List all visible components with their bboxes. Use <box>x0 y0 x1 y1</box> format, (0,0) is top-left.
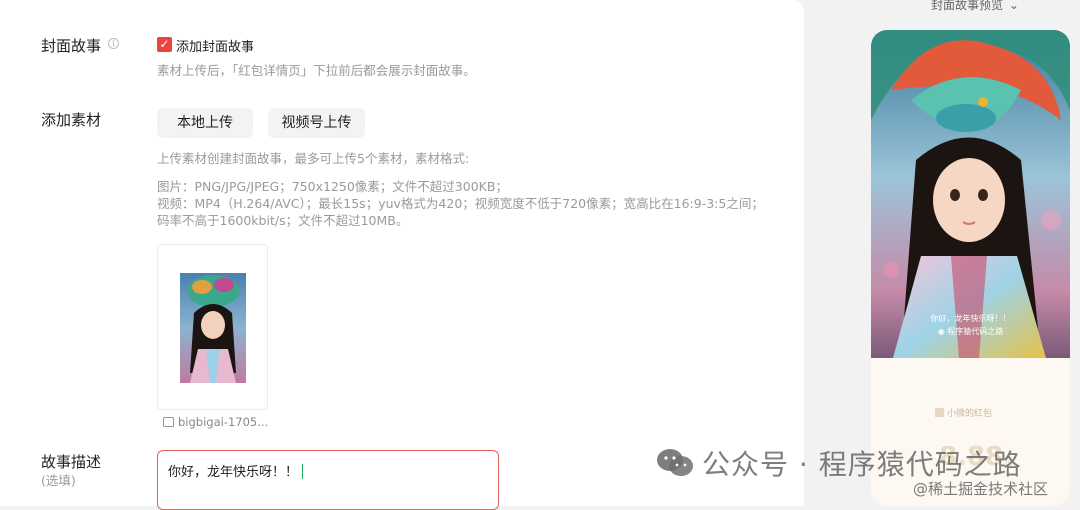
preview-toggle[interactable]: 封面故事预览 ⌄ <box>931 0 1019 13</box>
material-hint-title: 上传素材创建封面故事，最多可上传5个素材，素材格式: <box>157 151 470 166</box>
add-cover-story-checkbox[interactable]: ✓ <box>157 37 172 52</box>
preview-header-label: 封面故事预览 <box>931 0 1004 12</box>
story-description-input[interactable]: 你好，龙年快乐呀！！ <box>157 450 499 510</box>
cover-story-image <box>871 30 1070 358</box>
material-file-name: bigbigai-1705... <box>163 415 268 429</box>
material-thumbnail-card[interactable] <box>157 244 268 410</box>
local-upload-button[interactable]: 本地上传 <box>157 108 253 138</box>
preview-account-name: 程序猿代码之路 <box>947 327 1004 336</box>
add-material-label: 添加素材 <box>41 111 102 129</box>
chevron-down-icon: ⌄ <box>1008 0 1019 12</box>
story-desc-label: 故事描述 <box>41 453 102 471</box>
channels-upload-button[interactable]: 视频号上传 <box>268 108 365 138</box>
text-caret <box>302 464 304 479</box>
watermark-text: 公众号 · 程序猿代码之路 <box>702 448 1022 481</box>
redpack-sender-name: 小微的红包 <box>947 409 993 419</box>
material-hint-video: 视频：MP4（H.264/AVC）；最长15s；yuv格式为420；视频宽度不低… <box>157 196 764 211</box>
add-cover-story-label[interactable]: 添加封面故事 <box>176 36 254 55</box>
material-hint-bitrate: 码率不高于1600kbit/s；文件不超过10MB。 <box>157 213 409 228</box>
sender-avatar-icon <box>935 408 944 417</box>
info-icon[interactable]: i <box>108 38 119 49</box>
watermark-wechat: 公众号 · 程序猿代码之路 <box>656 443 1022 483</box>
preview-story-text: 你好，龙年快乐呀！！ <box>930 314 1011 323</box>
phone-preview: 你好，龙年快乐呀！！ ◉ 程序猿代码之路 小微的红包 8.88元 <box>871 30 1070 506</box>
account-icon: ◉ <box>937 327 948 336</box>
watermark-juejin: @稀土掘金技术社区 <box>913 480 1049 498</box>
file-name-text: bigbigai-1705... <box>178 415 269 429</box>
preview-account: ◉ 程序猿代码之路 <box>871 326 1070 337</box>
material-hint-image: 图片：PNG/JPG/JPEG；750x1250像素；文件不超过300KB； <box>157 179 508 194</box>
settings-panel: 封面故事 i ✓ 添加封面故事 素材上传后，「红包详情页」下拉前后都会展示封面故… <box>0 0 804 510</box>
cover-story-label: 封面故事 <box>41 37 102 55</box>
redpack-sender: 小微的红包 <box>935 406 992 419</box>
story-description-value: 你好，龙年快乐呀！！ <box>168 465 299 480</box>
material-thumbnail-image <box>180 273 246 383</box>
cover-story-hint: 素材上传后，「红包详情页」下拉前后都会展示封面故事。 <box>157 63 476 78</box>
story-desc-optional: (选填) <box>41 473 76 488</box>
wechat-icon <box>656 448 694 478</box>
image-file-icon <box>163 417 174 427</box>
